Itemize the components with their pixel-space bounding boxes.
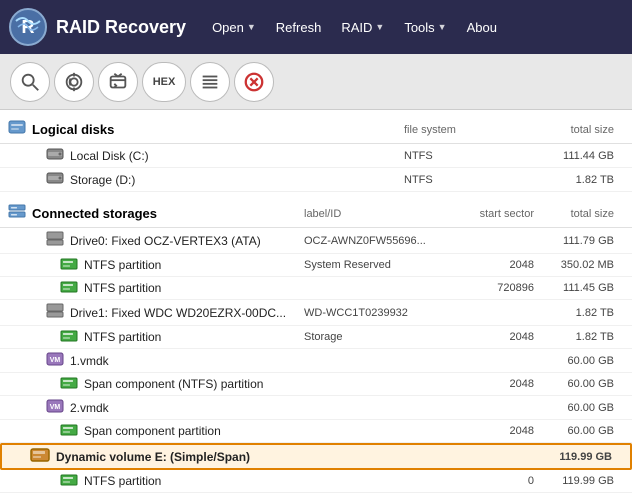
drive1-size: 1.82 TB	[534, 307, 624, 319]
ntfs-last-icon	[60, 473, 78, 489]
drive1-row[interactable]: Drive1: Fixed WDC WD20EZRX-00DC... WD-WC…	[0, 300, 632, 326]
ntfs-last-size: 119.99 GB	[534, 475, 624, 487]
connected-storages-icon	[8, 204, 26, 223]
vmdk2-size: 60.00 GB	[534, 402, 624, 414]
dynamic-volume-e-row[interactable]: Dynamic volume E: (Simple/Span) 119.99 G…	[0, 443, 632, 470]
vmdk2-icon: VM	[46, 399, 64, 416]
menu-raid-arrow: ▼	[375, 22, 384, 32]
refresh-disk-button[interactable]	[98, 62, 138, 102]
ntfs2-size: 111.45 GB	[534, 282, 624, 294]
app-logo: R	[8, 7, 48, 47]
scan-button[interactable]	[54, 62, 94, 102]
ntfs-partition-2-row[interactable]: NTFS partition 720896 111.45 GB	[0, 277, 632, 300]
hex-button[interactable]: HEX	[142, 62, 186, 102]
span-partition-icon	[60, 423, 78, 439]
vmdk1-size: 60.00 GB	[534, 355, 624, 367]
vmdk1-icon: VM	[46, 352, 64, 369]
search-button[interactable]	[10, 62, 50, 102]
span-ntfs-sector: 2048	[434, 378, 534, 390]
span-ntfs-size: 60.00 GB	[534, 378, 624, 390]
span-partition-row[interactable]: Span component partition 2048 60.00 GB	[0, 420, 632, 443]
logical-disks-title: Logical disks	[32, 122, 404, 137]
col-size-header-ld: total size	[534, 124, 624, 136]
dynamic-volume-label: Dynamic volume E: (Simple/Span)	[56, 450, 302, 464]
vmdk2-row[interactable]: VM 2.vmdk 60.00 GB	[0, 396, 632, 420]
drive1-icon	[46, 303, 64, 322]
ntfs1-size: 350.02 MB	[534, 259, 624, 271]
dynamic-volume-size: 119.99 GB	[532, 451, 622, 463]
drive0-icon	[46, 231, 64, 250]
menu-tools[interactable]: Tools ▼	[394, 14, 456, 41]
col-size-header-cs: total size	[534, 208, 624, 220]
svg-text:VM: VM	[50, 357, 61, 364]
partition2-icon	[60, 280, 78, 296]
local-disk-c-size: 111.44 GB	[534, 150, 624, 162]
titlebar: R RAID Recovery Open ▼ Refresh RAID ▼ To…	[0, 0, 632, 54]
local-disk-c-fs: NTFS	[404, 150, 534, 162]
menu-open-arrow: ▼	[247, 22, 256, 32]
menu-open[interactable]: Open ▼	[202, 14, 266, 41]
vmdk1-label: 1.vmdk	[70, 354, 304, 368]
col-fs-header: file system	[404, 124, 534, 136]
drive0-labelid: OCZ-AWNZ0FW55696...	[304, 235, 434, 247]
menu-raid[interactable]: RAID ▼	[331, 14, 394, 41]
span-partition-label: Span component partition	[84, 424, 304, 438]
hdd-icon	[46, 147, 64, 164]
ntfs3-size: 1.82 TB	[534, 331, 624, 343]
hex-label: HEX	[153, 76, 176, 88]
ntfs3-sector: 2048	[434, 331, 534, 343]
col-sector-header: start sector	[434, 208, 534, 220]
logical-disks-icon	[8, 120, 26, 139]
main-panel: Logical disks file system total size Loc…	[0, 110, 632, 500]
ntfs-last-sector: 0	[434, 475, 534, 487]
partition3-icon	[60, 329, 78, 345]
hdd-icon-2	[46, 171, 64, 188]
menu-about[interactable]: Abou	[457, 14, 507, 41]
drive0-size: 111.79 GB	[534, 235, 624, 247]
ntfs3-labelid: Storage	[304, 331, 434, 343]
span-partition-sector: 2048	[434, 425, 534, 437]
local-disk-c-label: Local Disk (C:)	[70, 149, 404, 163]
ntfs-last-label: NTFS partition	[84, 474, 304, 488]
drive0-label: Drive0: Fixed OCZ-VERTEX3 (ATA)	[70, 234, 304, 248]
close-button[interactable]	[234, 62, 274, 102]
span-ntfs-icon	[60, 376, 78, 392]
svg-text:VM: VM	[50, 404, 61, 411]
ntfs-partition-3-row[interactable]: NTFS partition Storage 2048 1.82 TB	[0, 326, 632, 349]
toolbar: HEX	[0, 54, 632, 110]
drive1-label: Drive1: Fixed WDC WD20EZRX-00DC...	[70, 306, 304, 320]
ntfs2-sector: 720896	[434, 282, 534, 294]
ntfs-partition-1-row[interactable]: NTFS partition System Reserved 2048 350.…	[0, 254, 632, 277]
logical-disks-header: Logical disks file system total size	[0, 114, 632, 144]
storage-d-label: Storage (D:)	[70, 173, 404, 187]
local-disk-c-row[interactable]: Local Disk (C:) NTFS 111.44 GB	[0, 144, 632, 168]
partition1-icon	[60, 257, 78, 273]
list-button[interactable]	[190, 62, 230, 102]
vmdk2-label: 2.vmdk	[70, 401, 304, 415]
ntfs1-sector: 2048	[434, 259, 534, 271]
storage-d-size: 1.82 TB	[534, 174, 624, 186]
ntfs1-label: NTFS partition	[84, 258, 304, 272]
span-ntfs-partition-row[interactable]: Span component (NTFS) partition 2048 60.…	[0, 373, 632, 396]
menu-tools-arrow: ▼	[438, 22, 447, 32]
connected-storages-title: Connected storages	[32, 206, 304, 221]
ntfs3-label: NTFS partition	[84, 330, 304, 344]
connected-storages-header: Connected storages label/ID start sector…	[0, 198, 632, 228]
menu-refresh[interactable]: Refresh	[266, 14, 332, 41]
vmdk1-row[interactable]: VM 1.vmdk 60.00 GB	[0, 349, 632, 373]
ntfs-last-row[interactable]: NTFS partition 0 119.99 GB	[0, 470, 632, 493]
drive0-row[interactable]: Drive0: Fixed OCZ-VERTEX3 (ATA) OCZ-AWNZ…	[0, 228, 632, 254]
drive1-labelid: WD-WCC1T0239932	[304, 307, 434, 319]
col-labelid-header: label/ID	[304, 208, 434, 220]
storage-d-row[interactable]: Storage (D:) NTFS 1.82 TB	[0, 168, 632, 192]
app-title: RAID Recovery	[56, 17, 186, 38]
span-ntfs-label: Span component (NTFS) partition	[84, 377, 304, 391]
ntfs1-labelid: System Reserved	[304, 259, 434, 271]
dynamic-volume-icon	[30, 448, 50, 465]
storage-d-fs: NTFS	[404, 174, 534, 186]
span-partition-size: 60.00 GB	[534, 425, 624, 437]
ntfs2-label: NTFS partition	[84, 281, 304, 295]
